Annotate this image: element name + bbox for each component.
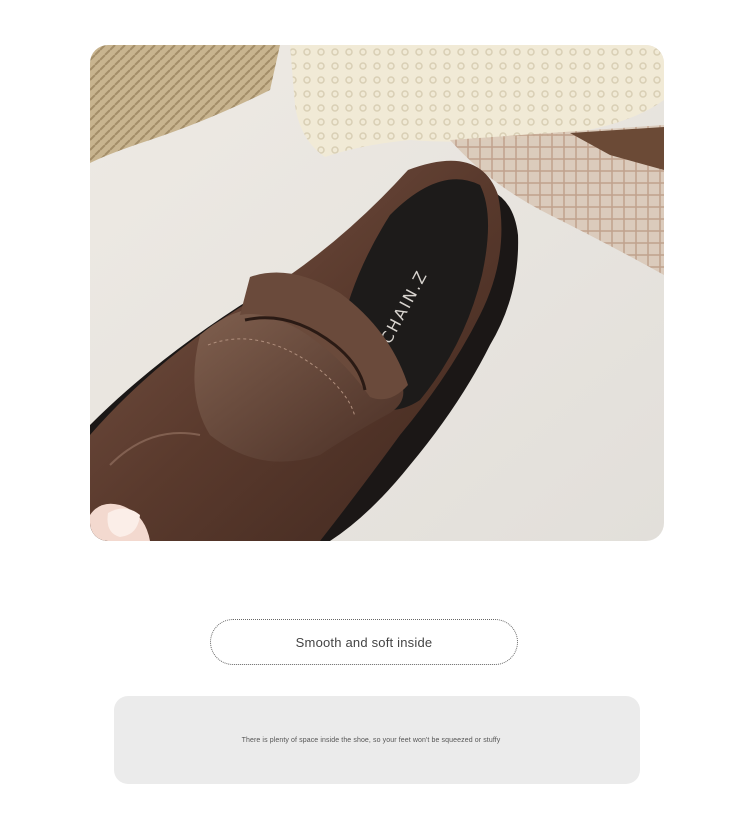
caption-title: Smooth and soft inside [210,619,518,665]
shoe-photo-illustration: CHAIN.Z [90,45,664,541]
caption-title-text: Smooth and soft inside [295,634,433,650]
product-photo: CHAIN.Z [90,45,664,541]
description-text: There is plenty of space inside the shoe… [241,736,501,744]
description-box: There is plenty of space inside the shoe… [114,696,640,784]
